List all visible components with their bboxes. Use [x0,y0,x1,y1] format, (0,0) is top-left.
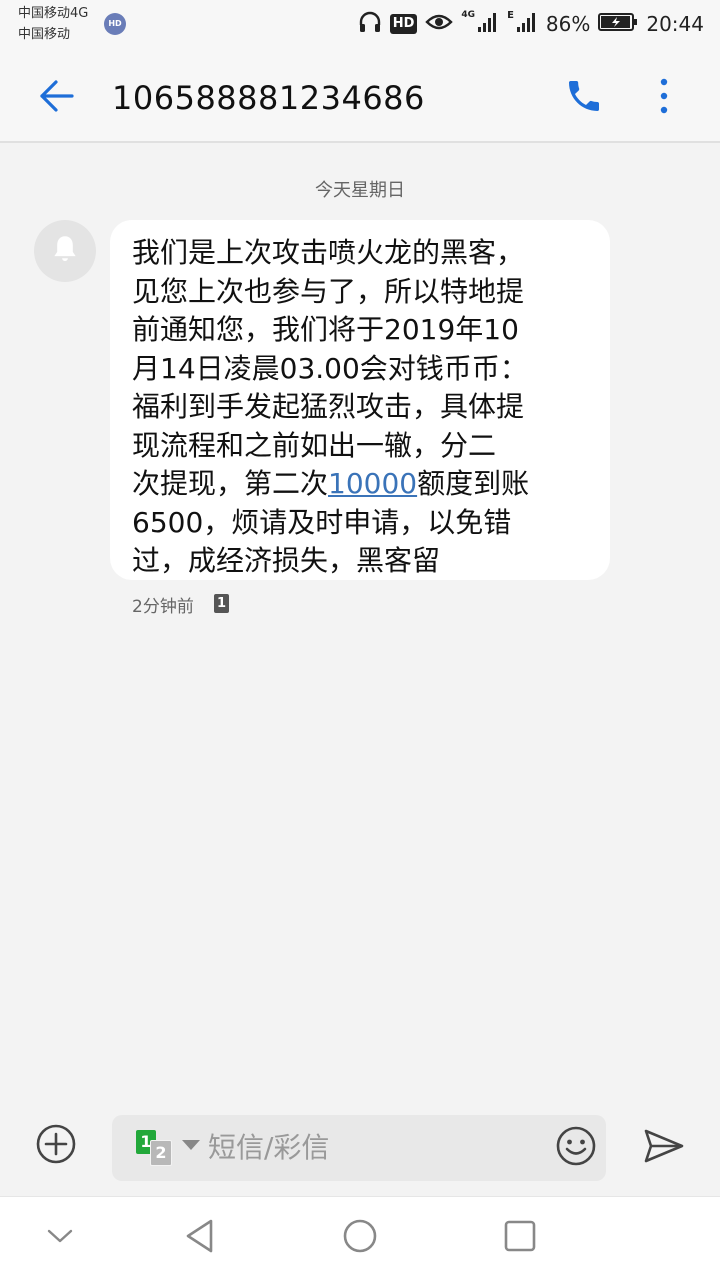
hd-call-icon: HD [104,13,126,35]
call-button[interactable] [560,74,608,122]
hide-nav-button[interactable] [30,1208,90,1268]
carrier-name-secondary: 中国移动 [18,27,71,42]
home-circle-icon [342,1218,378,1258]
message-text: 次提现，第二次 [132,467,329,500]
avatar[interactable] [34,220,96,282]
bell-icon [48,232,82,270]
sim-card-icon: 1 [214,594,229,613]
signal-icon [516,11,538,37]
message-line: 次提现，第二次10000额度到账 [132,465,588,504]
message-line: 前通知您，我们将于2019年10 [132,313,519,346]
sim-selector-button[interactable]: 1 2 [136,1130,176,1166]
phone-icon [564,76,604,120]
more-vert-icon [658,76,670,120]
message-line: 过，成经济损失，黑客留 [132,544,441,577]
headphones-icon [358,11,382,37]
message-line: 6500，烦请及时申请，以免错 [132,505,512,539]
clock-time: 20:44 [646,12,704,36]
message-bubble[interactable]: 我们是上次攻击喷火龙的黑客， 见您上次也参与了，所以特地提 前通知您，我们将于2… [110,220,610,580]
message-line: 现流程和之前如出一辙，分二 [132,428,497,462]
status-icons: HD 4G E 86% 20:44 [358,10,704,38]
back-arrow-icon [36,78,76,118]
message-number-link[interactable]: 10000 [328,467,417,500]
message-line: 月14日凌晨03.00会对钱币币： [132,351,528,385]
battery-percent: 86% [545,12,591,36]
back-button[interactable] [32,74,80,122]
emoji-button[interactable] [552,1124,600,1172]
eye-icon [425,12,454,36]
back-triangle-icon [183,1218,217,1258]
chevron-down-icon [45,1226,75,1250]
nav-home-button[interactable] [330,1208,390,1268]
net-type-label: 4G [461,10,476,20]
sim-card-icon: 2 [150,1140,172,1166]
message-line: 见您上次也参与了，所以特地提 [132,274,525,308]
carrier-name-primary: 中国移动4G [18,6,89,21]
add-attachment-button[interactable] [32,1122,80,1170]
recents-square-icon [503,1219,537,1257]
message-line: 福利到手发起猛烈攻击，具体提 [132,390,525,423]
nav-recents-button[interactable] [490,1208,550,1268]
emoji-icon [554,1124,598,1172]
message-text: 额度到账 [417,467,530,500]
message-line: 我们是上次攻击喷火龙的黑客， [132,236,525,269]
date-separator: 今天星期日 [315,180,405,201]
message-input-placeholder[interactable]: 短信/彩信 [208,1130,329,1166]
add-circle-icon [34,1122,78,1170]
more-options-button[interactable] [640,74,688,122]
net-type-label: E [507,10,514,21]
hd-icon: HD [389,14,418,34]
nav-back-button[interactable] [170,1208,230,1268]
conversation-title: 106588881234686 [112,79,425,117]
send-icon [642,1126,686,1170]
caret-down-icon[interactable] [182,1140,200,1150]
header-divider [0,141,720,143]
message-timestamp: 2分钟前 [132,597,194,617]
signal-icon [477,11,499,37]
send-button[interactable] [640,1124,688,1172]
battery-icon [598,12,638,36]
